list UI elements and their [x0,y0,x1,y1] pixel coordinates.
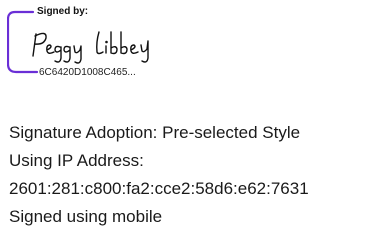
handwritten-signature [32,31,149,64]
adoption-text: Signature Adoption: Pre-selected Style [9,123,301,142]
signature-id: 6C6420D1008C465... [39,67,138,79]
signature-block: Signed by: 6C6420D1008C465... [7,6,177,82]
signature-details: Signature Adoption: Pre-selected Style U… [9,119,381,231]
device-text: Signed using mobile [9,207,163,226]
ip-label: Using IP Address: [9,151,144,170]
signed-by-label: Signed by: [35,6,91,18]
ip-address: 2601:281:c800:fa2:cce2:58d6:e62:7631 [9,179,309,198]
